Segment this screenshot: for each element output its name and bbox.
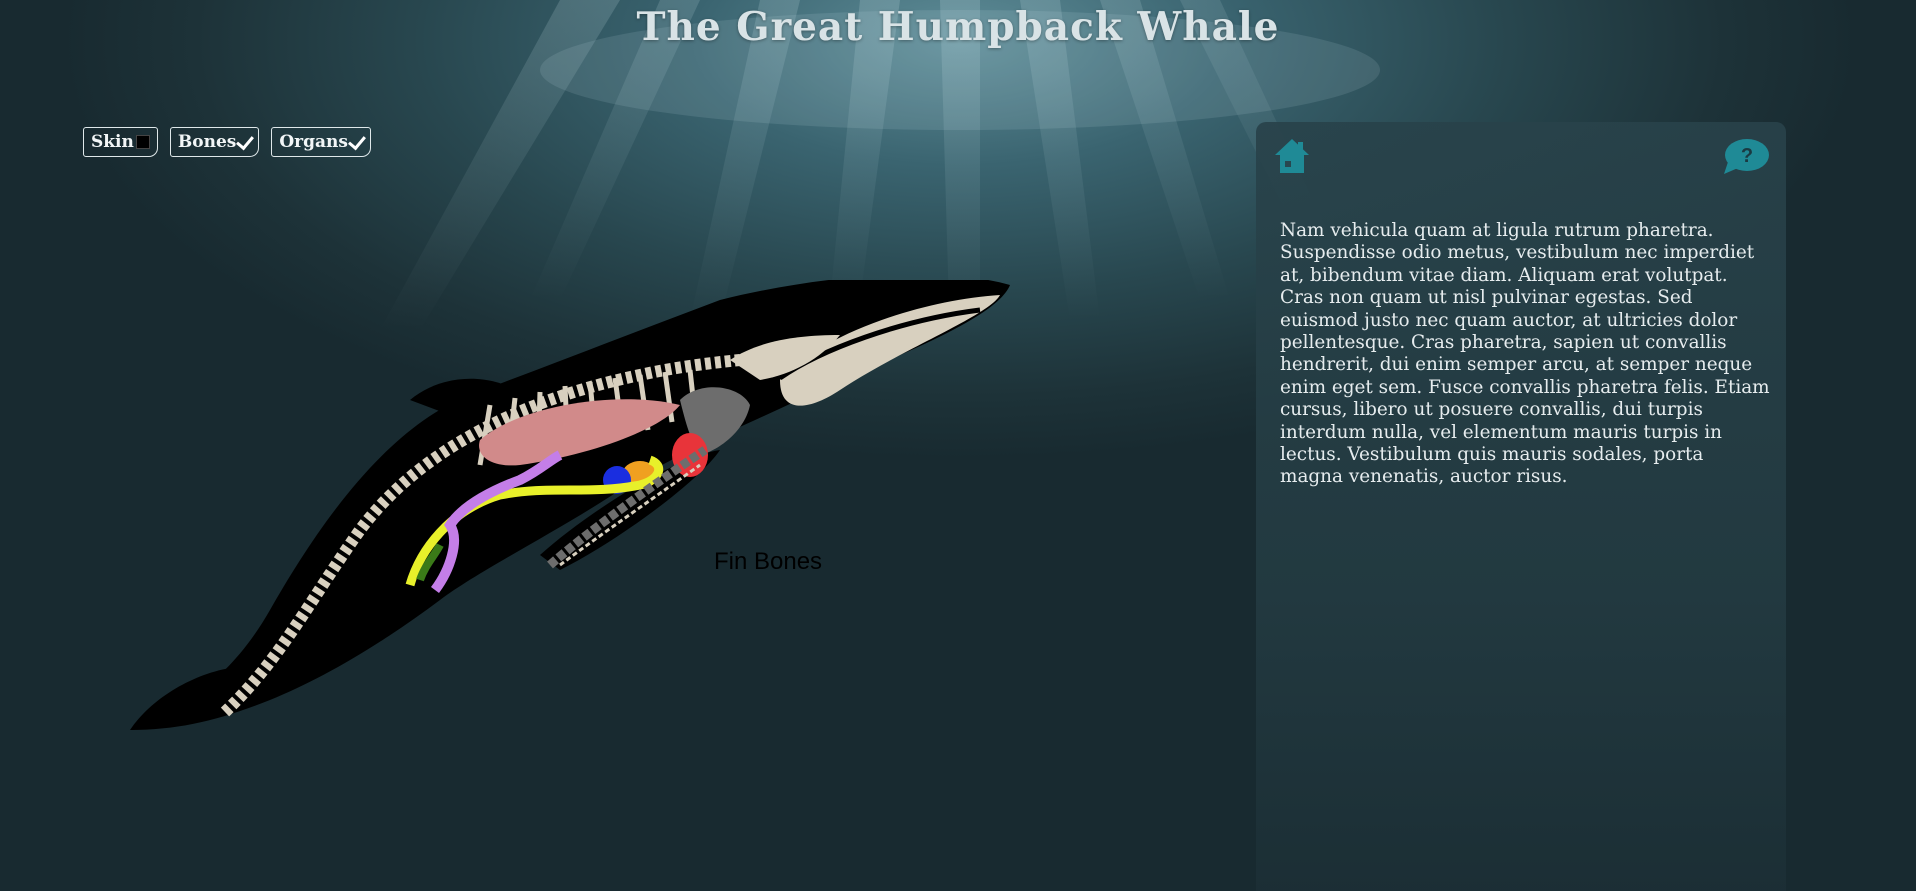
home-icon[interactable]: [1273, 137, 1311, 175]
bones-checkbox[interactable]: [237, 135, 251, 149]
organs-toggle[interactable]: Organs: [271, 127, 371, 157]
bones-toggle[interactable]: Bones: [169, 127, 260, 157]
layer-toggles: Skin Bones Organs: [83, 127, 371, 157]
skin-toggle-label: Skin: [91, 132, 134, 152]
bones-toggle-label: Bones: [177, 132, 237, 152]
help-icon-glyph: ?: [1741, 145, 1753, 167]
whale-illustration[interactable]: [120, 280, 1020, 740]
skin-toggle[interactable]: Skin: [83, 127, 158, 157]
page-title: The Great Humpback Whale: [636, 4, 1280, 50]
part-hover-label: Fin Bones: [714, 548, 823, 575]
skin-checkbox[interactable]: [135, 135, 150, 149]
description-text: Nam vehicula quam at ligula rutrum phare…: [1280, 220, 1770, 488]
organs-toggle-label: Organs: [279, 132, 348, 152]
info-panel: ? Nam vehicula quam at ligula rutrum pha…: [1256, 122, 1786, 891]
organs-checkbox[interactable]: [349, 135, 363, 149]
help-icon[interactable]: ?: [1722, 138, 1770, 176]
